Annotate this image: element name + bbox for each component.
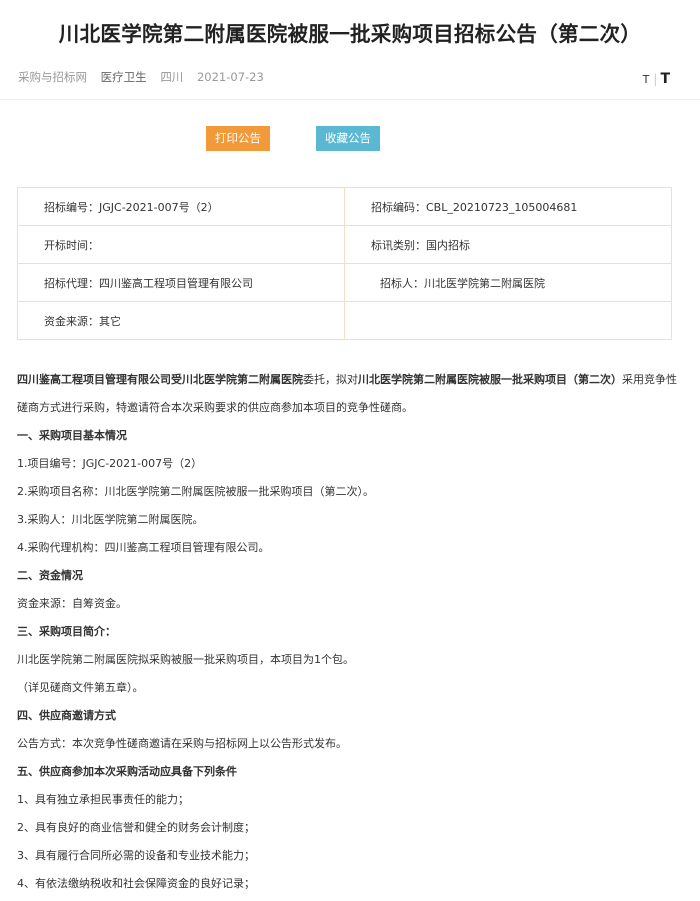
paragraph: 公告方式：本次竞争性磋商邀请在采购与招标网上以公告形式发布。 bbox=[17, 737, 347, 750]
page-title: 川北医学院第二附属医院被服一批采购项目招标公告（第二次） bbox=[58, 22, 642, 46]
paragraph: 3.采购人：川北医学院第二附属医院。 bbox=[17, 513, 204, 526]
fund-source-cell: 资金来源：其它 bbox=[17, 301, 345, 340]
meta-bar: 采购与招标网 医疗卫生 四川 2021-07-23 bbox=[18, 69, 274, 85]
tenderer-cell: 招标人：川北医学院第二附属医院 bbox=[344, 263, 672, 302]
site-link[interactable]: 采购与招标网 bbox=[18, 70, 87, 84]
paragraph: 1、具有独立承担民事责任的能力； bbox=[17, 793, 189, 806]
bid-type-cell: 标讯类别：国内招标 bbox=[344, 225, 672, 264]
paragraph: 川北医学院第二附属医院拟采购被服一批采购项目，本项目为1个包。 bbox=[17, 653, 354, 666]
font-switch-divider: | bbox=[653, 72, 658, 86]
paragraph: 4.采购代理机构：四川鉴高工程项目管理有限公司。 bbox=[17, 541, 270, 554]
print-button[interactable]: 打印公告 bbox=[206, 126, 270, 151]
intro-paragraph: 四川鉴高工程项目管理有限公司受川北医学院第二附属医院委托，拟对川北医学院第二附属… bbox=[17, 366, 687, 422]
region-label[interactable]: 四川 bbox=[160, 70, 183, 84]
section-heading: 一、采购项目基本情况 bbox=[17, 429, 127, 442]
section-heading: 二、资金情况 bbox=[17, 569, 83, 582]
paragraph: （详见磋商文件第五章）。 bbox=[17, 681, 144, 694]
section-heading: 四、供应商邀请方式 bbox=[17, 709, 116, 722]
paragraph: 2、具有良好的商业信誉和健全的财务会计制度； bbox=[17, 821, 255, 834]
announcement-body: 四川鉴高工程项目管理有限公司受川北医学院第二附属医院委托，拟对川北医学院第二附属… bbox=[17, 366, 687, 898]
empty-cell bbox=[344, 301, 672, 340]
publish-date: 2021-07-23 bbox=[196, 70, 264, 84]
favorite-button[interactable]: 收藏公告 bbox=[316, 126, 380, 151]
table-row: 开标时间： 标讯类别：国内招标 bbox=[17, 225, 672, 264]
font-size-switch: T | T bbox=[643, 68, 670, 87]
intro-bold-agency: 四川鉴高工程项目管理有限公司受川北医学院第二附属医院 bbox=[17, 373, 303, 386]
paragraph: 4、有依法缴纳税收和社会保障资金的良好记录； bbox=[17, 877, 255, 890]
table-row: 招标代理：四川鉴高工程项目管理有限公司 招标人：川北医学院第二附属医院 bbox=[17, 263, 672, 302]
header-divider bbox=[0, 99, 700, 100]
paragraph: 3、具有履行合同所必需的设备和专业技术能力； bbox=[17, 849, 255, 862]
font-large-button[interactable]: T bbox=[660, 71, 670, 87]
paragraph: 资金来源：自筹资金。 bbox=[17, 597, 127, 610]
section-heading: 五、供应商参加本次采购活动应具备下列条件 bbox=[17, 765, 237, 778]
open-time-cell: 开标时间： bbox=[17, 225, 345, 264]
font-small-button[interactable]: T bbox=[643, 73, 650, 86]
bid-no-cell: 招标编号：JGJC-2021-007号（2） bbox=[17, 187, 345, 226]
table-row: 资金来源：其它 bbox=[17, 301, 672, 340]
paragraph: 1.项目编号：JGJC-2021-007号（2） bbox=[17, 457, 203, 470]
intro-bold-project: 川北医学院第二附属医院被服一批采购项目（第二次） bbox=[358, 373, 622, 386]
info-table: 招标编号：JGJC-2021-007号（2） 招标编码：CBL_20210723… bbox=[17, 187, 672, 340]
agent-cell: 招标代理：四川鉴高工程项目管理有限公司 bbox=[17, 263, 345, 302]
intro-mid: 委托，拟对 bbox=[303, 373, 358, 386]
paragraph: 2.采购项目名称：川北医学院第二附属医院被服一批采购项目（第二次）。 bbox=[17, 485, 374, 498]
table-row: 招标编号：JGJC-2021-007号（2） 招标编码：CBL_20210723… bbox=[17, 187, 672, 226]
category-label[interactable]: 医疗卫生 bbox=[101, 70, 147, 84]
section-heading: 三、采购项目简介： bbox=[17, 625, 116, 638]
bid-code-cell: 招标编码：CBL_20210723_105004681 bbox=[344, 187, 672, 226]
